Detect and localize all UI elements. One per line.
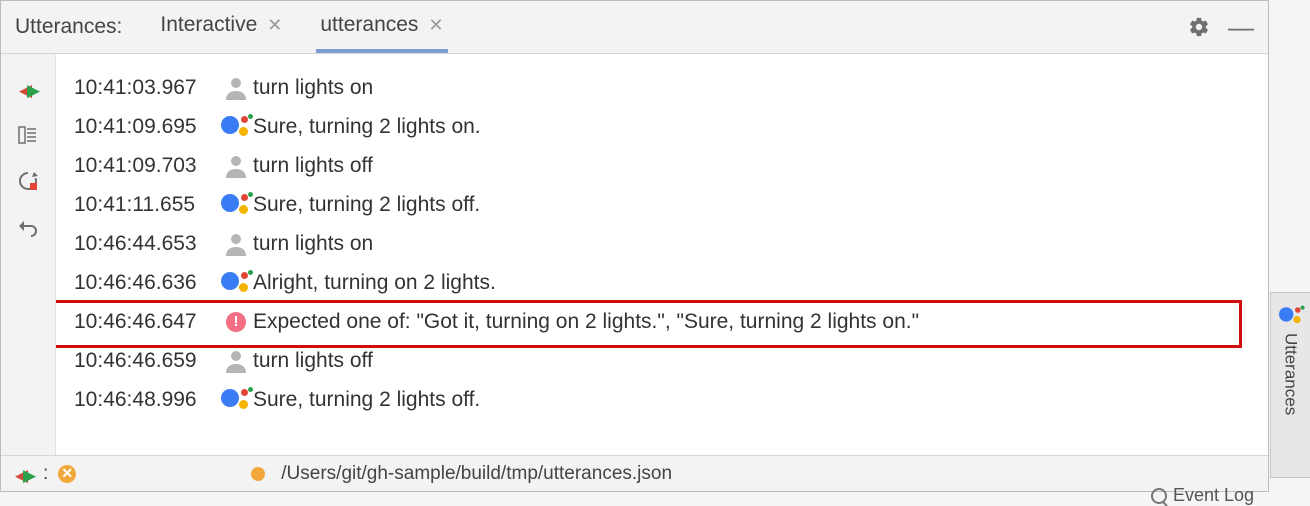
toggle-run-icon[interactable]: ◀▶ — [15, 465, 33, 483]
log-message: Sure, turning 2 lights off. — [253, 388, 480, 412]
log-message: Alright, turning on 2 lights. — [253, 271, 496, 295]
status-dot-icon — [251, 467, 265, 481]
assistant-icon — [219, 387, 253, 413]
event-log-label: Event Log — [1173, 485, 1254, 506]
side-tab-utterances[interactable]: Utterances — [1270, 292, 1310, 478]
timestamp: 10:41:09.695 — [74, 115, 219, 139]
tab-interactive[interactable]: Interactive ✕ — [156, 1, 286, 53]
tab-label: utterances — [320, 13, 418, 37]
log-row: 10:41:09.695 Sure, turning 2 lights on. — [74, 107, 1268, 146]
log-row: 10:46:46.636 Alright, turning on 2 light… — [74, 263, 1268, 302]
timestamp: 10:46:48.996 — [74, 388, 219, 412]
sidebar: ◀▶ — [1, 54, 56, 455]
log-message: turn lights on — [253, 76, 373, 100]
user-icon — [219, 349, 253, 373]
timestamp: 10:41:03.967 — [74, 76, 219, 100]
log-area: 10:41:03.967 turn lights on 10:41:09.695… — [56, 54, 1268, 455]
close-icon[interactable]: ✕ — [267, 15, 282, 36]
cancel-icon[interactable]: ✕ — [58, 465, 76, 483]
undo-icon[interactable] — [15, 214, 41, 240]
log-row: 10:41:09.703 turn lights off — [74, 146, 1268, 185]
minimize-icon[interactable]: — — [1228, 22, 1254, 32]
log-message: Expected one of: "Got it, turning on 2 l… — [253, 310, 919, 334]
assistant-icon — [219, 192, 253, 218]
status-bar: ◀▶ : ✕ /Users/git/gh-sample/build/tmp/ut… — [1, 455, 1268, 491]
tab-label: Interactive — [160, 13, 257, 37]
layout-icon[interactable] — [15, 122, 41, 148]
tab-utterances[interactable]: utterances ✕ — [316, 1, 447, 53]
log-message: Sure, turning 2 lights off. — [253, 193, 480, 217]
assistant-icon — [1279, 306, 1303, 327]
timestamp: 10:46:46.647 — [74, 310, 219, 334]
side-tab-label: Utterances — [1281, 333, 1301, 415]
gear-icon[interactable] — [1188, 16, 1210, 38]
close-icon[interactable]: ✕ — [428, 15, 443, 36]
log-message: turn lights on — [253, 232, 373, 256]
status-path: /Users/git/gh-sample/build/tmp/utterance… — [281, 463, 672, 485]
log-row: 10:46:46.659 turn lights off — [74, 341, 1268, 380]
assistant-icon — [219, 270, 253, 296]
user-icon — [219, 232, 253, 256]
log-message: turn lights off — [253, 154, 373, 178]
toggle-run-icon[interactable]: ◀▶ — [15, 76, 41, 102]
timestamp: 10:46:46.659 — [74, 349, 219, 373]
tabbar: Utterances: Interactive ✕ utterances ✕ — — [1, 1, 1268, 54]
assistant-icon — [219, 114, 253, 140]
error-icon: ! — [219, 312, 253, 332]
timestamp: 10:41:09.703 — [74, 154, 219, 178]
rerun-icon[interactable] — [15, 168, 41, 194]
event-log-icon — [1151, 488, 1167, 504]
user-icon — [219, 76, 253, 100]
log-row-error: 10:46:46.647 ! Expected one of: "Got it,… — [74, 302, 1268, 341]
user-icon — [219, 154, 253, 178]
utterances-panel: Utterances: Interactive ✕ utterances ✕ —… — [0, 0, 1269, 492]
log-message: Sure, turning 2 lights on. — [253, 115, 481, 139]
log-row: 10:41:11.655 Sure, turning 2 lights off. — [74, 185, 1268, 224]
log-row: 10:41:03.967 turn lights on — [74, 68, 1268, 107]
status-colon: : — [43, 463, 48, 485]
log-message: turn lights off — [253, 349, 373, 373]
timestamp: 10:41:11.655 — [74, 193, 219, 217]
timestamp: 10:46:44.653 — [74, 232, 219, 256]
timestamp: 10:46:46.636 — [74, 271, 219, 295]
event-log-button[interactable]: Event Log — [1151, 485, 1254, 506]
panel-title: Utterances: — [15, 15, 122, 39]
log-row: 10:46:44.653 turn lights on — [74, 224, 1268, 263]
log-row: 10:46:48.996 Sure, turning 2 lights off. — [74, 380, 1268, 419]
